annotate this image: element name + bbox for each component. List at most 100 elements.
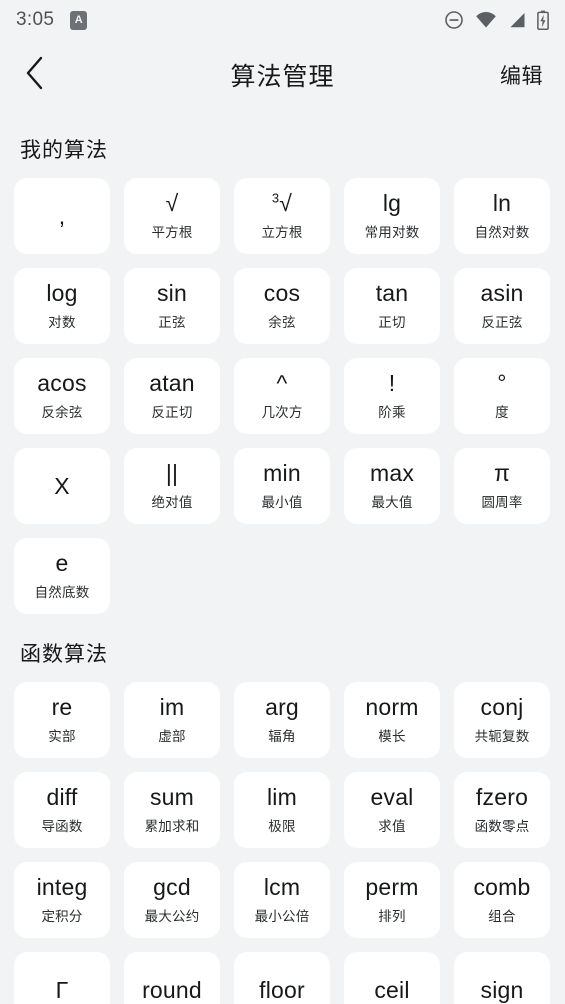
page-title: 算法管理 <box>230 63 335 91</box>
algorithm-card[interactable]: norm 模长 <box>344 682 440 758</box>
do-not-disturb-icon <box>444 10 464 30</box>
back-button[interactable] <box>22 53 62 97</box>
algorithm-card[interactable]: min 最小值 <box>234 448 330 524</box>
algorithm-card[interactable]: tan 正切 <box>344 268 440 344</box>
algorithm-label: 对数 <box>48 314 76 330</box>
algorithm-symbol: atan <box>149 370 195 397</box>
algorithm-card[interactable]: re 实部 <box>14 682 110 758</box>
algorithm-label: 圆周率 <box>481 494 523 510</box>
algorithm-card[interactable]: conj 共轭复数 <box>454 682 550 758</box>
algorithm-card[interactable]: gcd 最大公约 <box>124 862 220 938</box>
algorithm-symbol: ! <box>388 370 396 397</box>
algorithm-symbol: 3√ <box>271 190 293 217</box>
algorithm-symbol: norm <box>365 694 419 721</box>
algorithm-symbol: √ <box>165 190 179 217</box>
app-screen: 3:05 A 算法管理 编辑 我的算法 , √ 平方根 3√ 立方根 lg 常用… <box>0 0 565 1004</box>
algorithm-card[interactable]: sin 正弦 <box>124 268 220 344</box>
algorithm-label: 反余弦 <box>41 404 83 420</box>
algorithm-symbol: , <box>58 202 66 229</box>
algorithm-card[interactable]: ln 自然对数 <box>454 178 550 254</box>
algorithm-symbol: sign <box>480 976 524 1003</box>
status-bar-icons <box>444 10 549 30</box>
algorithm-card[interactable]: diff 导函数 <box>14 772 110 848</box>
algorithm-symbol: π <box>493 460 511 487</box>
algorithm-symbol: ceil <box>374 976 410 1003</box>
algorithm-card[interactable]: atan 反正切 <box>124 358 220 434</box>
algorithm-label: 绝对值 <box>151 494 193 510</box>
algorithm-card[interactable]: log 对数 <box>14 268 110 344</box>
algorithm-label: 反正切 <box>151 404 193 420</box>
algorithm-card[interactable]: perm 排列 <box>344 862 440 938</box>
algorithm-symbol: conj <box>480 694 524 721</box>
algorithm-card[interactable]: X <box>14 448 110 524</box>
algorithm-symbol: fzero <box>475 784 529 811</box>
algorithm-symbol: diff <box>46 784 78 811</box>
algorithm-card[interactable]: eval 求值 <box>344 772 440 848</box>
algorithm-symbol: comb <box>473 874 531 901</box>
algorithm-label: 几次方 <box>261 404 303 420</box>
algorithm-symbol: max <box>369 460 415 487</box>
algorithm-card[interactable]: Γ <box>14 952 110 1004</box>
app-badge-letter: A <box>74 13 83 26</box>
algorithm-card[interactable]: im 虚部 <box>124 682 220 758</box>
algorithm-label: 求值 <box>378 818 406 834</box>
algorithm-card[interactable]: floor <box>234 952 330 1004</box>
algorithm-symbol: min <box>263 460 301 487</box>
algorithm-card[interactable]: integ 定积分 <box>14 862 110 938</box>
status-bar-time: 3:05 <box>16 9 55 30</box>
algorithm-label: 排列 <box>378 908 406 924</box>
algorithm-symbol: acos <box>37 370 87 397</box>
algorithm-label: 定积分 <box>41 908 83 924</box>
algorithm-card[interactable]: fzero 函数零点 <box>454 772 550 848</box>
algorithm-card[interactable]: sum 累加求和 <box>124 772 220 848</box>
algorithm-symbol: re <box>51 694 73 721</box>
algorithm-symbol-superscript: 3 <box>271 190 280 206</box>
algorithm-symbol: floor <box>259 976 305 1003</box>
algorithm-card[interactable]: arg 辐角 <box>234 682 330 758</box>
algorithm-card[interactable]: ! 阶乘 <box>344 358 440 434</box>
algorithm-card[interactable]: acos 反余弦 <box>14 358 110 434</box>
algorithm-card[interactable]: π 圆周率 <box>454 448 550 524</box>
algorithm-label: 模长 <box>378 728 406 744</box>
algorithm-label: 阶乘 <box>378 404 406 420</box>
algorithm-label: 导函数 <box>41 818 83 834</box>
algorithm-label: 自然对数 <box>474 224 530 240</box>
algorithm-label: 实部 <box>48 728 76 744</box>
algorithm-symbol: ln <box>492 190 512 217</box>
algorithm-card[interactable]: || 绝对值 <box>124 448 220 524</box>
algorithm-card[interactable]: ceil <box>344 952 440 1004</box>
algorithm-card[interactable]: round <box>124 952 220 1004</box>
edit-button[interactable]: 编辑 <box>500 60 543 90</box>
algorithm-card[interactable]: sign <box>454 952 550 1004</box>
algorithm-symbol: sum <box>149 784 195 811</box>
algorithm-list: 我的算法 , √ 平方根 3√ 立方根 lg 常用对数 ln 自然对数 log 对数 sin 正弦 cos… <box>0 134 565 1004</box>
algorithm-card[interactable]: 3√ 立方根 <box>234 178 330 254</box>
algorithm-card[interactable]: √ 平方根 <box>124 178 220 254</box>
algorithm-symbol: X <box>54 472 70 499</box>
algorithm-card[interactable]: comb 组合 <box>454 862 550 938</box>
algorithm-card[interactable]: cos 余弦 <box>234 268 330 344</box>
section-title: 我的算法 <box>20 139 108 162</box>
algorithm-card[interactable]: ^ 几次方 <box>234 358 330 434</box>
algorithm-card[interactable]: , <box>14 178 110 254</box>
algorithm-label: 辐角 <box>268 728 296 744</box>
algorithm-card[interactable]: asin 反正弦 <box>454 268 550 344</box>
algorithm-symbol: || <box>165 460 179 487</box>
algorithm-card[interactable]: max 最大值 <box>344 448 440 524</box>
algorithm-symbol: Γ <box>55 976 69 1003</box>
algorithm-card[interactable]: ° 度 <box>454 358 550 434</box>
algorithm-label: 平方根 <box>151 224 193 240</box>
algorithm-symbol: integ <box>36 874 88 901</box>
algorithm-card[interactable]: e 自然底数 <box>14 538 110 614</box>
algorithm-symbol: arg <box>265 694 299 721</box>
algorithm-label: 立方根 <box>261 224 303 240</box>
algorithm-symbol: ° <box>497 370 507 397</box>
cellular-signal-icon <box>508 11 526 29</box>
algorithm-label: 度 <box>495 404 509 420</box>
algorithm-symbol: tan <box>375 280 409 307</box>
algorithm-card[interactable]: lim 极限 <box>234 772 330 848</box>
algorithm-symbol: lim <box>267 784 297 811</box>
algorithm-card[interactable]: lcm 最小公倍 <box>234 862 330 938</box>
algorithm-card[interactable]: lg 常用对数 <box>344 178 440 254</box>
algorithm-label: 最小值 <box>261 494 303 510</box>
